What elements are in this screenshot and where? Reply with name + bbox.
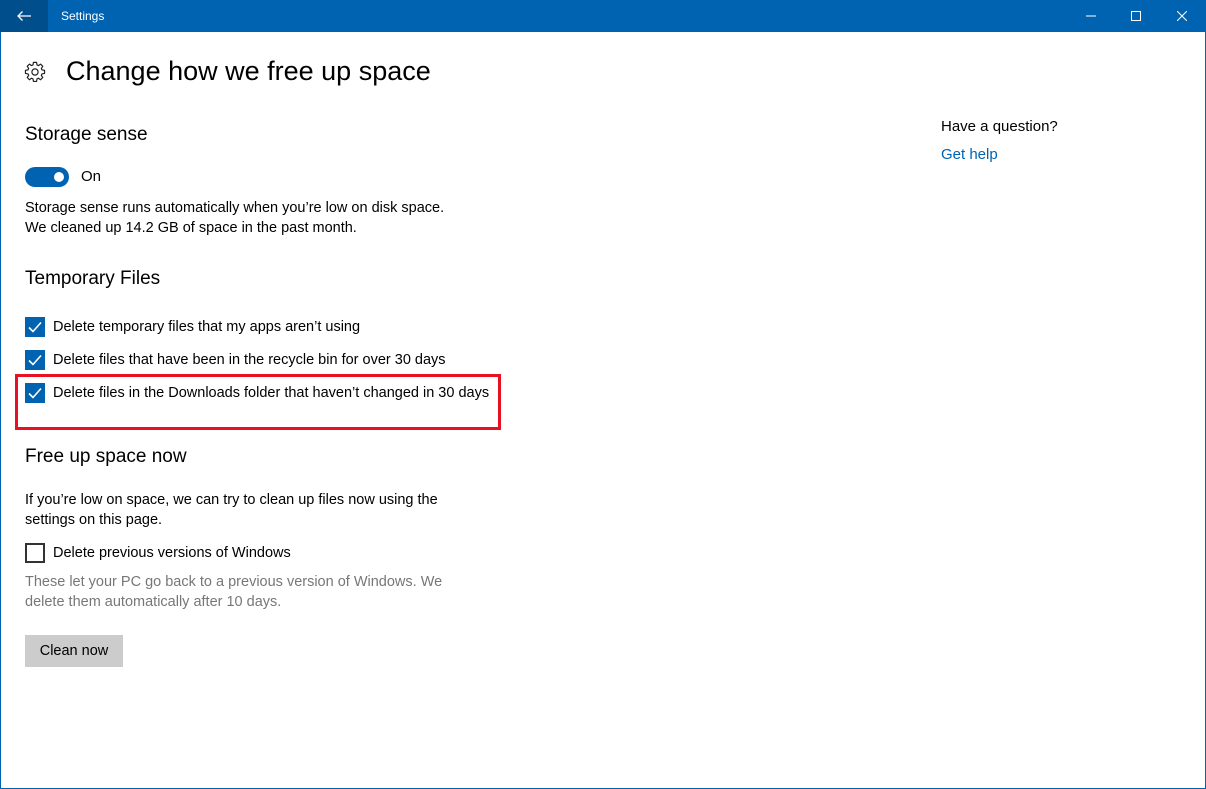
- clean-now-button[interactable]: Clean now: [25, 635, 123, 667]
- get-help-link[interactable]: Get help: [941, 146, 998, 163]
- temp-files-option-2-label: Delete files that have been in the recyc…: [53, 352, 446, 368]
- checkbox-unchecked[interactable]: [25, 543, 45, 563]
- temp-files-option-2[interactable]: Delete files that have been in the recyc…: [25, 350, 493, 370]
- page-title: Change how we free up space: [66, 56, 431, 86]
- back-button[interactable]: [0, 0, 48, 32]
- checkmark-icon: [28, 354, 42, 366]
- storage-sense-description: Storage sense runs automatically when yo…: [25, 198, 475, 238]
- minimize-button[interactable]: [1068, 0, 1114, 32]
- window-title: Settings: [61, 9, 105, 23]
- close-icon: [1177, 11, 1187, 21]
- maximize-button[interactable]: [1113, 0, 1159, 32]
- checkmark-icon: [28, 321, 42, 333]
- checkbox-checked[interactable]: [25, 317, 45, 337]
- toggle-knob: [54, 172, 64, 182]
- storage-sense-desc-line2: We cleaned up 14.2 GB of space in the pa…: [25, 220, 357, 236]
- gear-icon: [24, 61, 46, 83]
- previous-windows-note: These let your PC go back to a previous …: [25, 574, 443, 610]
- previous-windows-option[interactable]: Delete previous versions of Windows: [25, 543, 493, 563]
- title-bar: Settings: [0, 0, 1206, 32]
- temp-files-option-1-label: Delete temporary files that my apps aren…: [53, 319, 361, 335]
- temp-files-option-1[interactable]: Delete temporary files that my apps aren…: [25, 317, 493, 337]
- help-question: Have a question?: [941, 118, 1058, 135]
- minimize-icon: [1086, 15, 1096, 17]
- storage-sense-toggle[interactable]: [25, 167, 69, 187]
- storage-sense-heading: Storage sense: [25, 124, 148, 145]
- free-up-space-heading: Free up space now: [25, 446, 187, 467]
- temporary-files-heading: Temporary Files: [25, 268, 161, 289]
- close-button[interactable]: [1159, 0, 1205, 32]
- back-arrow-icon: [17, 11, 31, 21]
- free-up-description: If you’re low on space, we can try to cl…: [25, 492, 438, 528]
- maximize-icon: [1131, 11, 1141, 21]
- storage-sense-desc-line1: Storage sense runs automatically when yo…: [25, 200, 445, 216]
- highlight-box: [15, 374, 501, 430]
- checkbox-checked[interactable]: [25, 350, 45, 370]
- toggle-state-label: On: [81, 168, 102, 185]
- previous-windows-label: Delete previous versions of Windows: [53, 545, 291, 561]
